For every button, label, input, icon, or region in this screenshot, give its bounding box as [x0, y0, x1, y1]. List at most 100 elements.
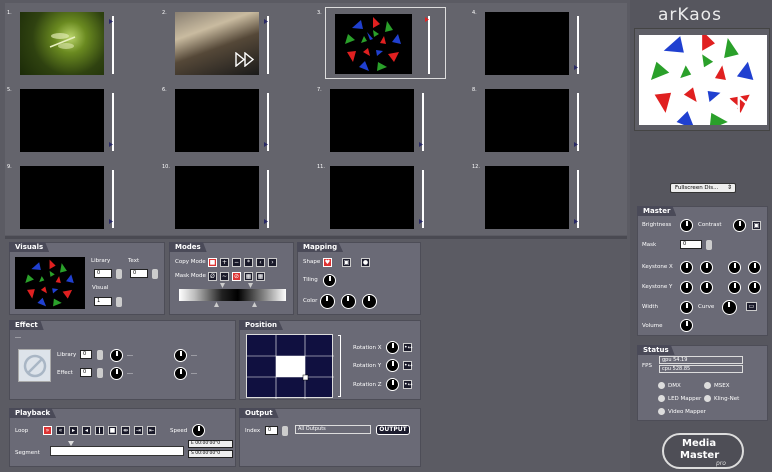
- led-mapper-indicator[interactable]: [658, 395, 665, 402]
- gradient-marker-bottom[interactable]: [252, 302, 257, 307]
- output-index-spinner[interactable]: [282, 426, 288, 436]
- pause-button[interactable]: ❙: [95, 426, 104, 435]
- output-button[interactable]: OUTPUT: [376, 425, 410, 435]
- reverse-button[interactable]: ◂: [82, 426, 91, 435]
- clip-cell-12[interactable]: 12.: [470, 159, 625, 235]
- effect-preview[interactable]: [18, 349, 51, 382]
- previous-button[interactable]: ⇤: [147, 426, 156, 435]
- keystone-y-knob-4[interactable]: [748, 281, 761, 294]
- copy-mode-right-button[interactable]: ›: [268, 258, 277, 267]
- effect-library-field[interactable]: 0: [80, 350, 92, 359]
- clip-slider[interactable]: [112, 93, 114, 151]
- clip-cell-2[interactable]: 2.: [160, 5, 315, 81]
- shape-lock-button[interactable]: ▣: [342, 258, 351, 267]
- speed-knob[interactable]: [192, 424, 205, 437]
- clip-slider[interactable]: [577, 170, 579, 228]
- curve-reset-button[interactable]: ▭: [746, 302, 757, 311]
- clip-thumbnail[interactable]: [175, 12, 259, 75]
- mask-gradient-bar[interactable]: [179, 289, 286, 301]
- msex-indicator[interactable]: [704, 382, 711, 389]
- pingpong-button[interactable]: ⇹: [121, 426, 130, 435]
- keystone-x-knob-2[interactable]: [700, 261, 713, 274]
- clip-cell-11[interactable]: 11.: [315, 159, 470, 235]
- library-field[interactable]: 0: [94, 269, 112, 278]
- rotation-z-knob[interactable]: [386, 378, 399, 391]
- output-select[interactable]: All Outputs: [295, 425, 371, 434]
- rotation-x-knob[interactable]: [386, 341, 399, 354]
- play-button[interactable]: ▸: [69, 426, 78, 435]
- mask-mode-grid2-button[interactable]: ▦: [256, 272, 265, 281]
- contrast-knob[interactable]: [733, 219, 746, 232]
- color-knob-r[interactable]: [320, 294, 335, 309]
- clip-thumbnail[interactable]: [330, 166, 414, 229]
- copy-mode-multiply-button[interactable]: *: [244, 258, 253, 267]
- keystone-y-knob-2[interactable]: [700, 281, 713, 294]
- clip-slider[interactable]: [267, 16, 269, 74]
- keystone-x-knob-3[interactable]: [728, 261, 741, 274]
- gradient-marker-top[interactable]: [220, 283, 225, 288]
- color-knob-b[interactable]: [362, 294, 377, 309]
- effect-library-spinner[interactable]: [97, 350, 103, 360]
- clip-cell-7[interactable]: 7.: [315, 82, 470, 158]
- clip-thumbnail[interactable]: [335, 14, 412, 74]
- rotation-y-knob[interactable]: [386, 359, 399, 372]
- mask-spinner[interactable]: [706, 240, 712, 250]
- position-pad[interactable]: [246, 334, 334, 399]
- clip-cell-9[interactable]: 9.: [5, 159, 160, 235]
- clip-cell-3[interactable]: 3.: [315, 5, 470, 81]
- volume-knob[interactable]: [680, 319, 693, 332]
- copy-mode-left-button[interactable]: ‹: [256, 258, 265, 267]
- clip-slider[interactable]: [577, 93, 579, 151]
- clip-slider[interactable]: [267, 93, 269, 151]
- visual-field[interactable]: 1: [94, 297, 112, 306]
- loop-forward-button[interactable]: »: [43, 426, 52, 435]
- stop-button[interactable]: ■: [108, 426, 117, 435]
- kling-net-indicator[interactable]: [704, 395, 711, 402]
- mask-mode-grid-button[interactable]: ▦: [244, 272, 253, 281]
- keystone-x-knob-4[interactable]: [748, 261, 761, 274]
- grid-divider[interactable]: [5, 236, 627, 239]
- width-knob[interactable]: [680, 301, 693, 314]
- gradient-marker-top[interactable]: [248, 283, 253, 288]
- mask-mode-none-button[interactable]: Ø: [208, 272, 217, 281]
- clip-thumbnail[interactable]: [175, 89, 259, 152]
- clip-slider[interactable]: [112, 170, 114, 228]
- visual-spinner[interactable]: [116, 297, 122, 307]
- copy-mode-normal-button[interactable]: ■: [208, 258, 217, 267]
- clip-cell-4[interactable]: 4.: [470, 5, 625, 81]
- copy-mode-subtract-button[interactable]: −: [232, 258, 241, 267]
- segment-bar[interactable]: [50, 446, 184, 456]
- gradient-marker-bottom[interactable]: [214, 302, 219, 307]
- mask-mode-invert-button[interactable]: ⊘: [232, 272, 241, 281]
- dmx-indicator[interactable]: [658, 382, 665, 389]
- effect-effect-spinner[interactable]: [97, 368, 103, 378]
- clip-cell-6[interactable]: 6.: [160, 82, 315, 158]
- copy-mode-add-button[interactable]: +: [220, 258, 229, 267]
- clip-slider[interactable]: [428, 16, 430, 74]
- clip-cell-1[interactable]: 1.: [5, 5, 160, 81]
- shape-circle-button[interactable]: ●: [361, 258, 370, 267]
- keystone-y-knob-3[interactable]: [728, 281, 741, 294]
- clip-cell-8[interactable]: 8.: [470, 82, 625, 158]
- clip-thumbnail[interactable]: [175, 166, 259, 229]
- clip-slider[interactable]: [422, 93, 424, 151]
- curve-knob[interactable]: [722, 300, 737, 315]
- clip-thumbnail[interactable]: [20, 166, 104, 229]
- rotation-x-reset-button[interactable]: •↔: [403, 343, 413, 352]
- effect-param-knob-3[interactable]: [110, 367, 123, 380]
- rotation-y-reset-button[interactable]: •↔: [403, 361, 413, 370]
- clip-cell-5[interactable]: 5.: [5, 82, 160, 158]
- contrast-reset-button[interactable]: ▣: [752, 221, 761, 230]
- clip-thumbnail[interactable]: [485, 89, 569, 152]
- text-spinner[interactable]: [152, 269, 158, 279]
- effect-param-knob-1[interactable]: [110, 349, 123, 362]
- next-button[interactable]: ⇥: [134, 426, 143, 435]
- clip-slider[interactable]: [422, 170, 424, 228]
- clip-cell-10[interactable]: 10.: [160, 159, 315, 235]
- color-knob-g[interactable]: [341, 294, 356, 309]
- shape-heart-button[interactable]: ♥: [323, 258, 332, 267]
- rotation-z-reset-button[interactable]: •↔: [403, 380, 413, 389]
- brightness-knob[interactable]: [680, 219, 693, 232]
- library-spinner[interactable]: [116, 269, 122, 279]
- effect-effect-field[interactable]: 0: [80, 368, 92, 377]
